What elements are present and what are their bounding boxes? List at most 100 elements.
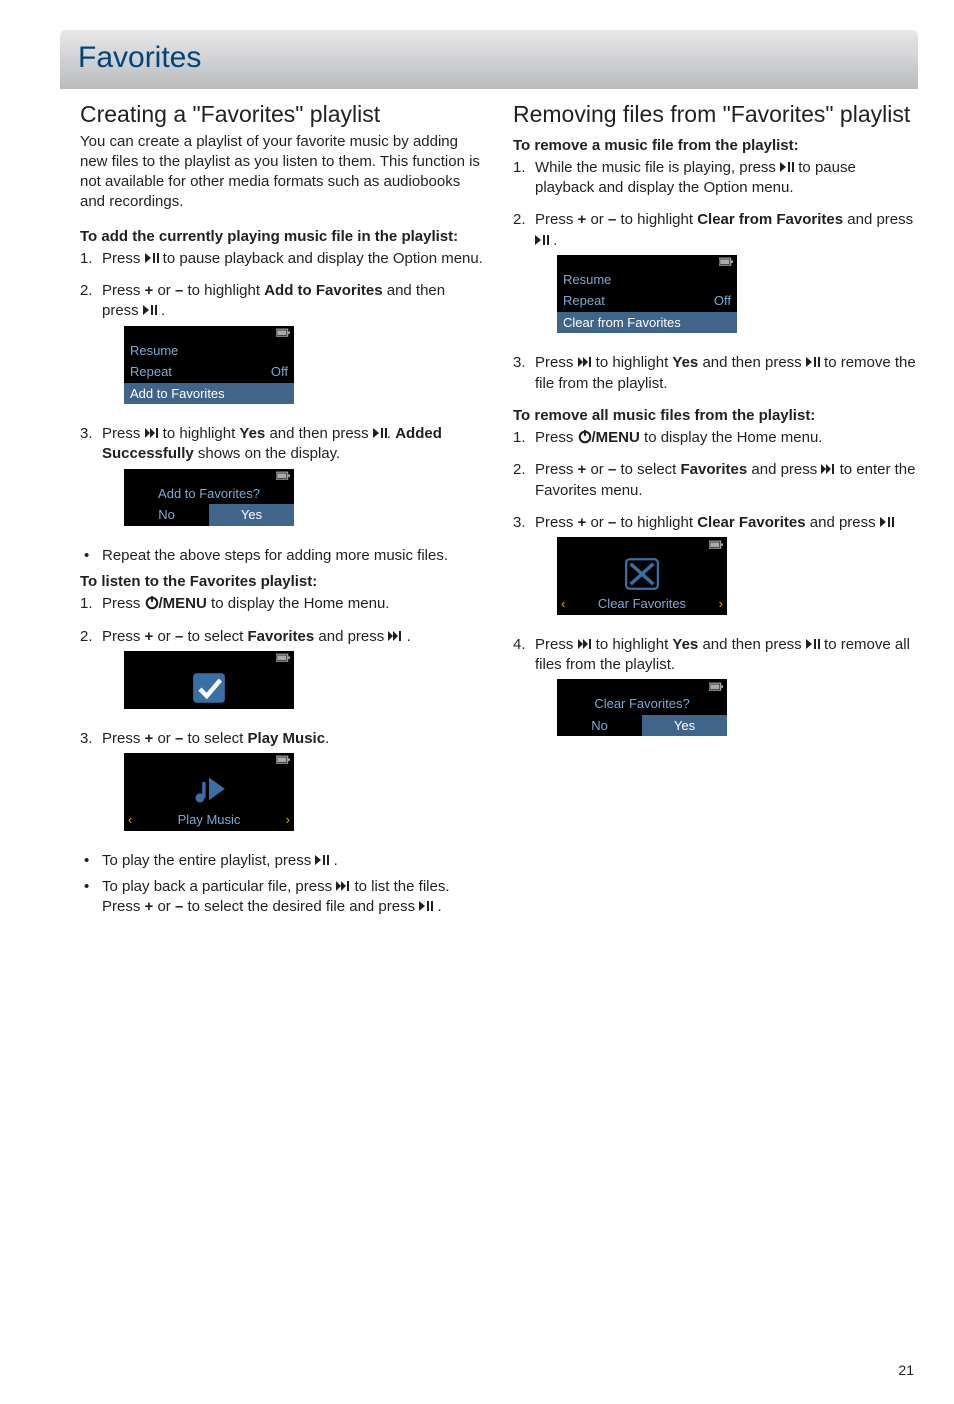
left-steps-1: 1. Press to pause playback and display t…	[80, 249, 485, 534]
right-heading: Removing files from "Favorites" playlist	[513, 99, 918, 130]
step-number: 1.	[513, 428, 535, 448]
battery-icon	[276, 327, 290, 339]
left-bullets-2: •To play the entire playlist, press . •T…	[80, 851, 485, 918]
step-text: Press /MENU to display the Home menu.	[102, 594, 485, 614]
power-icon	[145, 597, 159, 609]
device-screen-clear-menu: Resume Repeat Off Clear from Favorites	[557, 255, 737, 334]
step-text: Press + or – to highlight Clear Favorite…	[535, 513, 918, 623]
right-subhead-2: To remove all music files from the playl…	[513, 406, 918, 426]
right-steps-1: 1. While the music file is playing, pres…	[513, 158, 918, 394]
step-text: Press + or – to select Play Music. ‹Play…	[102, 729, 485, 839]
step-text: Press to highlight Yes and then press to…	[535, 353, 918, 394]
step-number: 1.	[80, 594, 102, 614]
option-no: No	[124, 504, 209, 526]
left-steps-2: 1. Press /MENU to display the Home menu.…	[80, 594, 485, 838]
step-text: Press + or – to select Favorites and pre…	[535, 460, 918, 501]
bullet-text: To play the entire playlist, press .	[102, 851, 485, 871]
battery-icon	[276, 470, 290, 482]
step-text: Press + or – to select Favorites and pre…	[102, 627, 485, 717]
step-text: Press /MENU to display the Home menu.	[535, 428, 918, 448]
left-intro: You can create a playlist of your favori…	[80, 132, 485, 213]
left-heading: Creating a "Favorites" playlist	[80, 99, 485, 130]
chevron-right-icon: ›	[719, 595, 723, 613]
right-subhead-1: To remove a music file from the playlist…	[513, 136, 918, 156]
play-pause-icon	[535, 234, 549, 246]
next-icon	[821, 463, 835, 475]
step-number: 2.	[513, 460, 535, 501]
step-number: 3.	[513, 353, 535, 394]
battery-icon	[276, 652, 290, 664]
chevron-left-icon: ‹	[561, 595, 565, 613]
section-title: Favorites	[78, 38, 900, 79]
play-pause-icon	[315, 854, 329, 866]
right-column: Removing files from "Favorites" playlist…	[513, 99, 918, 924]
menu-item: Resume	[563, 271, 611, 289]
menu-item: Resume	[130, 342, 178, 360]
next-icon	[145, 427, 159, 439]
section-header-band: Favorites	[60, 30, 918, 89]
menu-item-highlighted: Add to Favorites	[130, 385, 225, 403]
play-pause-icon	[806, 356, 820, 368]
next-icon	[578, 356, 592, 368]
step-number: 3.	[513, 513, 535, 623]
chevron-right-icon: ›	[286, 811, 290, 829]
play-pause-icon	[143, 304, 157, 316]
step-number: 1.	[80, 249, 102, 269]
prompt-text: Clear Favorites?	[594, 695, 689, 713]
play-pause-icon	[145, 252, 159, 264]
play-pause-icon	[806, 638, 820, 650]
step-number: 2.	[513, 210, 535, 341]
clear-favorites-x-icon	[619, 557, 665, 591]
option-no: No	[557, 715, 642, 737]
menu-item: Repeat	[563, 292, 605, 310]
step-number: 4.	[513, 635, 535, 745]
step-number: 1.	[513, 158, 535, 199]
step-text: Press to highlight Yes and then press . …	[102, 424, 485, 534]
power-icon	[578, 431, 592, 443]
bullet-icon: •	[80, 546, 102, 566]
bullet-text: To play back a particular file, press to…	[102, 877, 485, 918]
left-bullets-1: •Repeat the above steps for adding more …	[80, 546, 485, 566]
play-pause-icon	[880, 516, 894, 528]
left-column: Creating a "Favorites" playlist You can …	[80, 99, 485, 924]
bullet-icon: •	[80, 877, 102, 918]
next-icon	[578, 638, 592, 650]
step-text: Press to highlight Yes and then press to…	[535, 635, 918, 745]
menu-value: Off	[271, 363, 288, 381]
play-pause-icon	[780, 161, 794, 173]
battery-icon	[709, 538, 723, 550]
page-number: 21	[898, 1361, 914, 1380]
step-text: While the music file is playing, press t…	[535, 158, 918, 199]
bullet-text: Repeat the above steps for adding more m…	[102, 546, 485, 566]
left-subhead-1: To add the currently playing music file …	[80, 227, 485, 247]
bullet-icon: •	[80, 851, 102, 871]
right-steps-2: 1. Press /MENU to display the Home menu.…	[513, 428, 918, 744]
nav-label: Play Music	[178, 811, 241, 829]
play-pause-icon	[373, 427, 387, 439]
prompt-text: Add to Favorites?	[158, 485, 260, 503]
menu-value: Off	[714, 292, 731, 310]
step-text: Press + or – to highlight Clear from Fav…	[535, 210, 918, 341]
play-pause-icon	[419, 900, 433, 912]
battery-icon	[709, 680, 723, 692]
option-yes: Yes	[209, 504, 294, 526]
left-subhead-2: To listen to the Favorites playlist:	[80, 572, 485, 592]
device-screen-favorites-home	[124, 651, 294, 709]
step-number: 2.	[80, 281, 102, 412]
step-number: 2.	[80, 627, 102, 717]
device-screen-confirm-clear: Clear Favorites? NoYes	[557, 679, 727, 736]
battery-icon	[276, 754, 290, 766]
next-icon	[388, 630, 402, 642]
option-yes: Yes	[642, 715, 727, 737]
chevron-left-icon: ‹	[128, 811, 132, 829]
device-screen-add-menu: Resume RepeatOff Add to Favorites	[124, 326, 294, 405]
step-text: Press to pause playback and display the …	[102, 249, 485, 269]
battery-icon	[719, 256, 733, 268]
device-screen-confirm-add: Add to Favorites? NoYes	[124, 469, 294, 526]
device-screen-play-music: ‹ Play Music ›	[124, 753, 294, 831]
play-music-icon	[186, 773, 232, 807]
menu-item-highlighted: Clear from Favorites	[563, 314, 681, 332]
step-number: 3.	[80, 424, 102, 534]
next-icon	[336, 880, 350, 892]
device-screen-clear-favorites: ‹Clear Favorites›	[557, 537, 727, 615]
